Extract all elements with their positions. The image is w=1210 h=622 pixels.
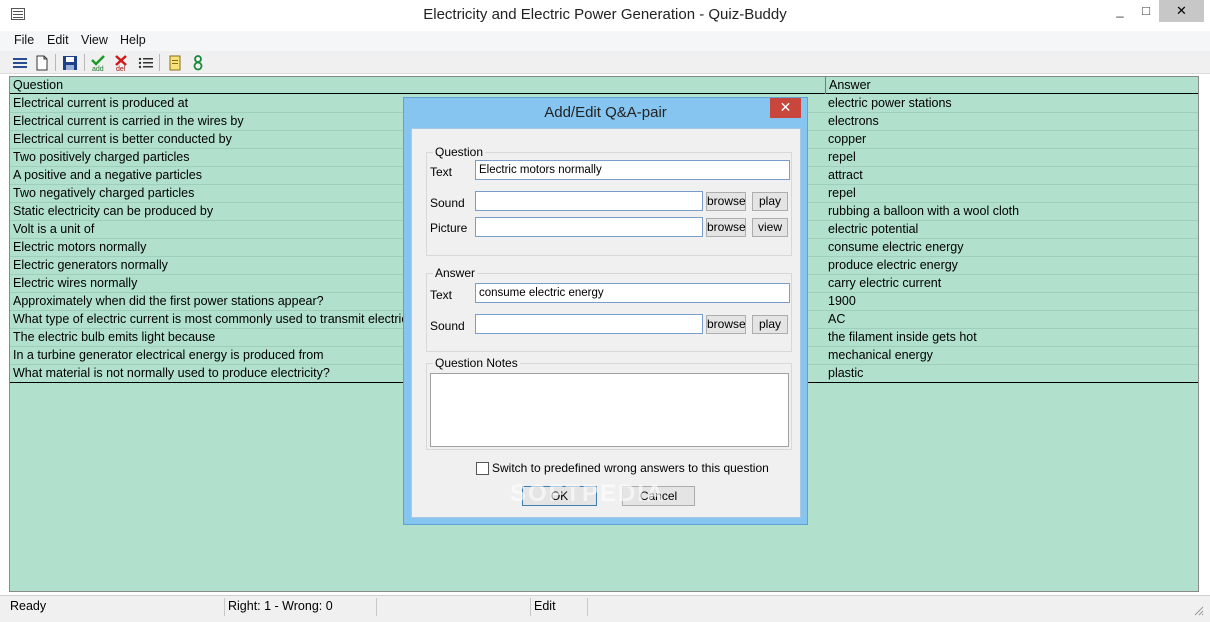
column-header-answer[interactable]: Answer — [826, 77, 1198, 94]
close-button[interactable]: ✕ — [1159, 0, 1204, 22]
add-icon[interactable]: add — [90, 54, 108, 72]
question-picture-input[interactable] — [475, 217, 703, 237]
answer-cell: produce electric energy — [828, 258, 958, 272]
list-lines-icon[interactable] — [137, 54, 155, 72]
add-edit-dialog: Add/Edit Q&A-pair ✕ Question Text Sound … — [403, 97, 808, 525]
answer-cell: repel — [828, 150, 856, 164]
toolbar-separator — [159, 54, 160, 71]
answer-cell: 1900 — [828, 294, 856, 308]
question-sound-play-button[interactable]: play — [752, 192, 788, 211]
answer-cell: AC — [828, 312, 846, 326]
answer-cell: the filament inside gets hot — [828, 330, 977, 344]
answer-cell: electrons — [828, 114, 879, 128]
add-label: add — [92, 66, 104, 72]
del-label: del — [116, 66, 126, 72]
dialog-title: Add/Edit Q&A-pair — [544, 104, 667, 121]
delete-icon[interactable]: del — [113, 54, 131, 72]
status-state: Ready — [10, 599, 47, 613]
table-header: Question Answer — [10, 77, 1198, 94]
answer-cell: attract — [828, 168, 863, 182]
question-notes-input[interactable] — [430, 373, 789, 447]
question-text-input[interactable] — [475, 160, 790, 180]
status-mode: Edit — [534, 599, 556, 613]
status-bar: Ready Right: 1 - Wrong: 0 Edit — [0, 595, 1210, 622]
cancel-button[interactable]: Cancel — [622, 486, 695, 506]
toolbar: add del — [0, 51, 1210, 74]
menu-help[interactable]: Help — [120, 33, 146, 47]
menu-view[interactable]: View — [81, 33, 108, 47]
menu-file[interactable]: File — [14, 33, 34, 47]
dialog-body: Question Text Sound browse play Picture … — [411, 128, 801, 518]
answer-sound-browse-button[interactable]: browse — [706, 315, 746, 334]
answer-sound-label: Sound — [430, 319, 465, 333]
answer-sound-play-button[interactable]: play — [752, 315, 788, 334]
status-score: Right: 1 - Wrong: 0 — [228, 599, 333, 613]
question-picture-label: Picture — [430, 221, 468, 235]
answer-cell: copper — [828, 132, 867, 146]
question-picture-browse-button[interactable]: browse — [706, 218, 746, 237]
answer-cell: plastic — [828, 366, 864, 380]
question-group-label: Question — [433, 145, 486, 159]
window-title: Electricity and Electric Power Generatio… — [423, 6, 787, 23]
answer-cell: consume electric energy — [828, 240, 964, 254]
notes-icon[interactable] — [166, 54, 184, 72]
answer-cell: electric power stations — [828, 96, 952, 110]
answer-cell: repel — [828, 186, 856, 200]
minimize-button[interactable]: _ — [1107, 0, 1133, 22]
predefined-wrong-answers-label: Switch to predefined wrong answers to th… — [492, 461, 769, 475]
answer-text-input[interactable] — [475, 283, 790, 303]
toolbar-separator — [55, 54, 56, 71]
predefined-wrong-answers-checkbox[interactable] — [476, 462, 489, 475]
quiz-icon[interactable] — [189, 54, 207, 72]
question-sound-label: Sound — [430, 196, 465, 210]
dialog-close-button[interactable]: ✕ — [770, 98, 801, 118]
status-separator — [376, 598, 377, 616]
question-picture-view-button[interactable]: view — [752, 218, 788, 237]
status-separator — [530, 598, 531, 616]
list-icon[interactable] — [11, 54, 29, 72]
ok-button[interactable]: OK — [522, 486, 597, 506]
answer-text-label: Text — [430, 288, 453, 302]
menu-bar: File Edit View Help — [0, 31, 1210, 51]
question-sound-browse-button[interactable]: browse — [706, 192, 746, 211]
save-icon[interactable] — [61, 54, 79, 72]
resize-grip-icon[interactable] — [1192, 604, 1204, 616]
answer-cell: mechanical energy — [828, 348, 933, 362]
answer-cell: electric potential — [828, 222, 919, 236]
maximize-button[interactable]: □ — [1133, 0, 1159, 22]
status-separator — [224, 598, 225, 616]
answer-cell: carry electric current — [828, 276, 942, 290]
title-bar: Electricity and Electric Power Generatio… — [0, 0, 1210, 31]
menu-edit[interactable]: Edit — [47, 33, 69, 47]
answer-sound-input[interactable] — [475, 314, 703, 334]
status-separator — [587, 598, 588, 616]
answer-group-label: Answer — [433, 266, 478, 280]
notes-group-label: Question Notes — [433, 356, 520, 370]
column-header-question[interactable]: Question — [10, 77, 826, 94]
answer-cell: rubbing a balloon with a wool cloth — [828, 204, 1020, 218]
toolbar-separator — [84, 54, 85, 71]
question-sound-input[interactable] — [475, 191, 703, 211]
new-file-icon[interactable] — [33, 54, 51, 72]
question-text-label: Text — [430, 165, 453, 179]
